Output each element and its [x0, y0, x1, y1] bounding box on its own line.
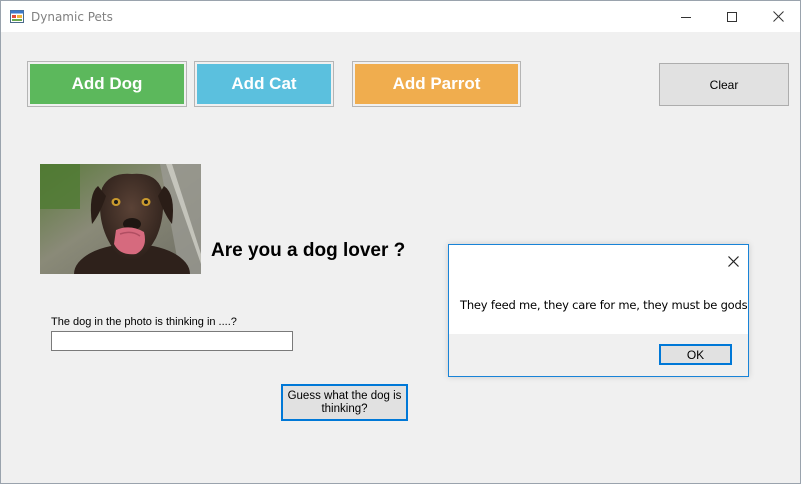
maximize-icon [727, 11, 737, 22]
prompt-label: The dog in the photo is thinking in ....… [51, 316, 237, 328]
add-dog-label: Add Dog [30, 64, 184, 104]
window-title: Dynamic Pets [31, 10, 113, 24]
windows-form-icon [10, 10, 24, 23]
add-cat-label: Add Cat [197, 64, 331, 104]
add-cat-button[interactable]: Add Cat [194, 61, 334, 107]
message-text: They feed me, they care for me, they mus… [460, 298, 748, 312]
add-parrot-label: Add Parrot [355, 64, 518, 104]
title-bar[interactable]: Dynamic Pets [1, 1, 800, 32]
close-icon [772, 11, 784, 22]
ok-button[interactable]: OK [659, 344, 732, 365]
minimize-button[interactable] [663, 1, 709, 32]
add-parrot-button[interactable]: Add Parrot [352, 61, 521, 107]
answer-input[interactable] [51, 331, 293, 351]
close-icon [727, 255, 739, 267]
minimize-icon [681, 16, 691, 18]
close-button[interactable] [755, 1, 801, 32]
dog-photo [40, 164, 201, 274]
message-box-close-button[interactable] [721, 251, 745, 271]
app-window: Dynamic Pets Add Dog Add Cat Add Parrot … [0, 0, 801, 484]
clear-button[interactable]: Clear [659, 63, 789, 106]
message-box-body: They feed me, they care for me, they mus… [449, 245, 748, 334]
maximize-button[interactable] [709, 1, 755, 32]
headline: Are you a dog lover ? [211, 240, 406, 261]
add-dog-button[interactable]: Add Dog [27, 61, 187, 107]
guess-button[interactable]: Guess what the dog is thinking? [281, 384, 408, 421]
message-box: They feed me, they care for me, they mus… [448, 244, 749, 377]
